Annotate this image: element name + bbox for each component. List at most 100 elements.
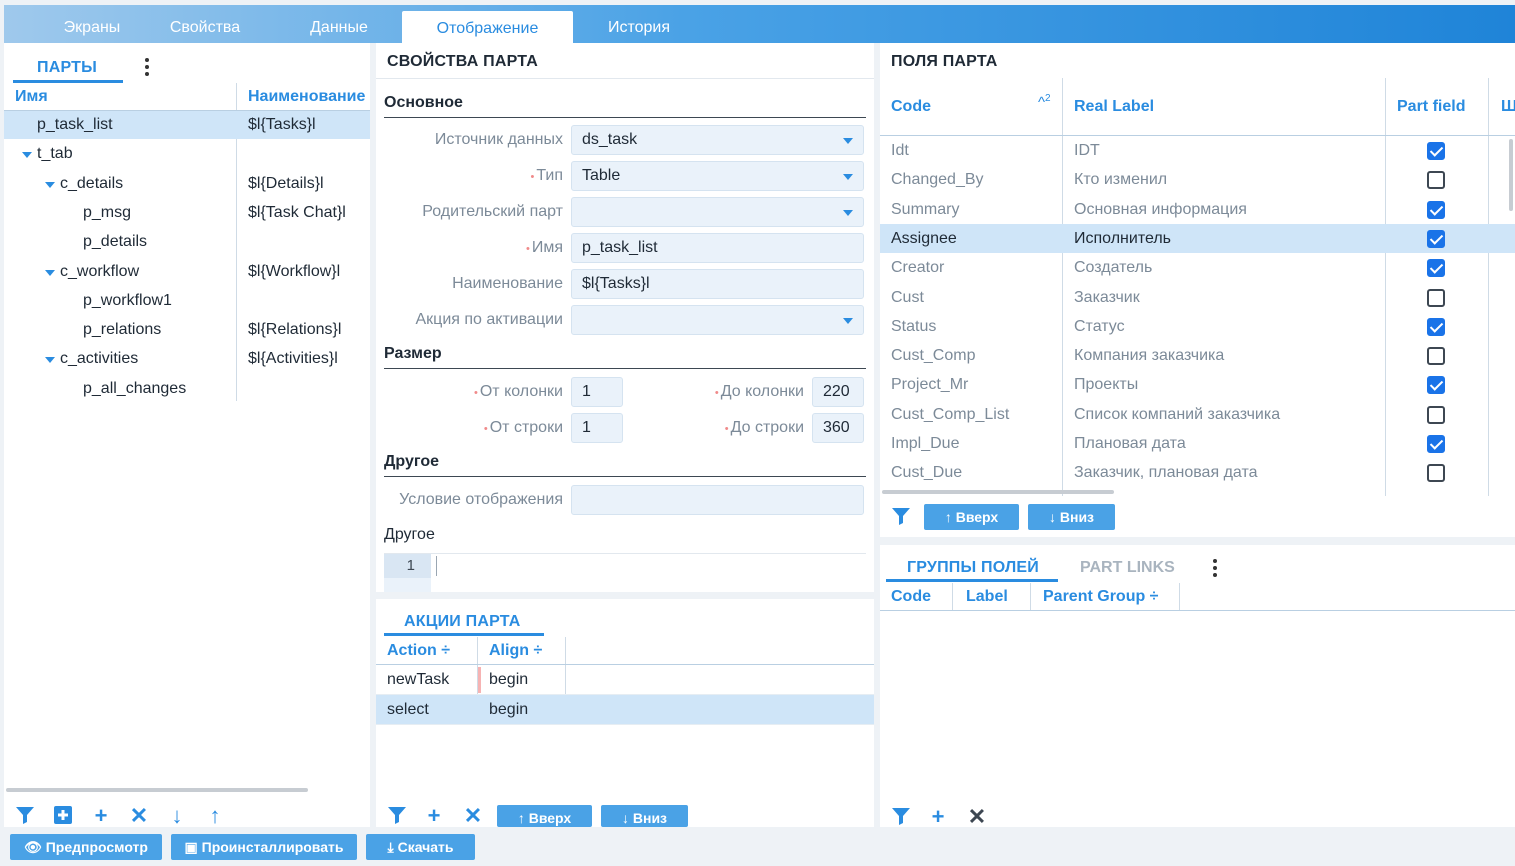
name-input[interactable]: p_task_list — [571, 233, 864, 263]
tab-screens[interactable]: Экраны — [34, 5, 150, 43]
field-code[interactable]: Assignee — [891, 230, 957, 248]
filter-icon[interactable] — [14, 805, 36, 829]
install-button[interactable]: ▣ Проинсталлировать — [171, 834, 357, 860]
add-icon[interactable]: + — [927, 806, 949, 828]
actions-col-action[interactable]: Action ÷ — [387, 642, 450, 660]
from-column-input[interactable]: 1 — [571, 377, 623, 407]
action-cell[interactable]: select — [387, 701, 429, 719]
preview-button[interactable]: 👁︎ Предпросмотр — [10, 834, 162, 860]
part-field-checkbox[interactable] — [1427, 288, 1445, 307]
tab-display[interactable]: Отображение — [402, 11, 573, 43]
tree-item[interactable]: t_tab — [37, 145, 73, 163]
field-code[interactable]: Idt — [891, 142, 909, 160]
tree-item[interactable]: p_all_changes — [83, 380, 186, 398]
field-real-label[interactable]: Плановая дата — [1074, 435, 1186, 453]
expand-icon[interactable] — [45, 269, 55, 276]
move-down-icon[interactable]: ↓ — [166, 805, 188, 827]
field-real-label[interactable]: Исполнитель — [1074, 230, 1171, 248]
field-real-label[interactable]: Основная информация — [1074, 201, 1247, 219]
part-field-checkbox[interactable] — [1427, 142, 1445, 160]
caption-input[interactable]: $l{Tasks}l — [571, 269, 864, 299]
groups-col-code[interactable]: Code — [891, 588, 931, 606]
expand-icon[interactable] — [45, 357, 55, 364]
field-real-label[interactable]: IDT — [1074, 142, 1100, 160]
tree-item[interactable]: c_details — [60, 175, 123, 193]
field-real-label[interactable]: Статус — [1074, 318, 1125, 336]
delete-icon[interactable]: ✕ — [128, 805, 150, 827]
field-code[interactable]: Impl_Due — [891, 435, 959, 453]
align-cell[interactable]: begin — [489, 701, 528, 719]
parts-col-label[interactable]: Наименование — [248, 88, 365, 106]
fields-col-real-label[interactable]: Real Label — [1074, 98, 1154, 116]
tab-data[interactable]: Данные — [284, 5, 394, 43]
tab-history[interactable]: История — [584, 5, 694, 43]
part-field-checkbox[interactable] — [1427, 464, 1445, 483]
tree-item[interactable]: c_activities — [60, 350, 138, 368]
tab-properties[interactable]: Свойства — [150, 5, 260, 43]
delete-icon[interactable]: ✕ — [462, 805, 484, 827]
part-field-checkbox[interactable] — [1427, 405, 1445, 424]
part-field-checkbox[interactable] — [1427, 200, 1445, 219]
fields-col-part-field[interactable]: Part field — [1397, 98, 1465, 116]
action-cell[interactable]: newTask — [387, 671, 449, 689]
tree-item[interactable]: p_msg — [83, 204, 131, 222]
tree-item[interactable]: p_relations — [83, 321, 161, 339]
field-code[interactable]: Creator — [891, 259, 944, 277]
parts-h-scrollbar[interactable] — [6, 788, 308, 792]
field-real-label[interactable]: Заказчик, плановая дата — [1074, 464, 1258, 482]
code-editor[interactable] — [436, 556, 437, 576]
part-field-checkbox[interactable] — [1427, 171, 1445, 190]
sort-asc-icon[interactable]: ^2 — [1038, 93, 1051, 111]
display-condition-input[interactable] — [571, 485, 864, 515]
data-source-select[interactable]: ds_task — [571, 125, 864, 155]
field-real-label[interactable]: Кто изменил — [1074, 171, 1167, 189]
fields-down-button[interactable]: ↓ Вниз — [1028, 504, 1115, 530]
field-code[interactable]: Cust — [891, 289, 924, 307]
part-field-checkbox[interactable] — [1427, 376, 1445, 395]
groups-col-label[interactable]: Label — [966, 588, 1008, 606]
actions-col-align[interactable]: Align ÷ — [489, 642, 542, 660]
filter-icon[interactable] — [890, 506, 912, 530]
tree-item[interactable]: c_workflow — [60, 263, 139, 281]
fields-up-button[interactable]: ↑ Вверх — [924, 504, 1019, 530]
groups-menu-icon[interactable] — [1213, 559, 1217, 577]
parts-menu-icon[interactable] — [145, 58, 149, 76]
field-code[interactable]: Cust_Comp — [891, 347, 975, 365]
tab-field-groups[interactable]: ГРУППЫ ПОЛЕЙ — [907, 559, 1039, 577]
groups-col-parent[interactable]: Parent Group ÷ — [1043, 588, 1158, 606]
align-cell[interactable]: begin — [489, 671, 528, 689]
activation-action-select[interactable] — [571, 305, 864, 335]
part-field-checkbox[interactable] — [1427, 347, 1445, 366]
field-real-label[interactable]: Проекты — [1074, 376, 1138, 394]
tree-item[interactable]: p_details — [83, 233, 147, 251]
parts-col-name[interactable]: Имя — [15, 88, 48, 106]
expand-icon[interactable] — [22, 152, 32, 159]
expand-icon[interactable] — [45, 181, 55, 188]
field-code[interactable]: Summary — [891, 201, 959, 219]
field-real-label[interactable]: Заказчик — [1074, 289, 1140, 307]
filter-icon[interactable] — [890, 806, 912, 830]
fields-v-scrollbar[interactable] — [1509, 139, 1513, 211]
fields-col-code[interactable]: Code — [891, 98, 931, 116]
to-column-input[interactable]: 220 — [812, 377, 864, 407]
part-field-checkbox[interactable] — [1427, 435, 1445, 453]
tree-item[interactable]: p_task_list — [37, 116, 113, 134]
tab-part-links[interactable]: PART LINKS — [1080, 559, 1175, 577]
download-button[interactable]: ⤓ Скачать — [366, 834, 475, 860]
field-real-label[interactable]: Компания заказчика — [1074, 347, 1224, 365]
part-field-checkbox[interactable] — [1427, 229, 1445, 248]
field-code[interactable]: Project_Mr — [891, 376, 968, 394]
part-field-checkbox[interactable] — [1427, 259, 1445, 278]
to-row-input[interactable]: 360 — [812, 413, 864, 443]
filter-icon[interactable] — [386, 805, 408, 829]
field-code[interactable]: Cust_Comp_List — [891, 406, 1009, 424]
field-code[interactable]: Changed_By — [891, 171, 984, 189]
parent-part-select[interactable] — [571, 197, 864, 227]
add-icon[interactable]: + — [90, 805, 112, 827]
fields-h-scrollbar[interactable] — [882, 490, 1114, 494]
actions-down-button[interactable]: ↓ Вниз — [601, 805, 688, 827]
part-field-checkbox[interactable] — [1427, 317, 1445, 336]
add-icon[interactable]: + — [423, 805, 445, 827]
type-select[interactable]: Table — [571, 161, 864, 191]
field-real-label[interactable]: Список компаний заказчика — [1074, 406, 1280, 424]
